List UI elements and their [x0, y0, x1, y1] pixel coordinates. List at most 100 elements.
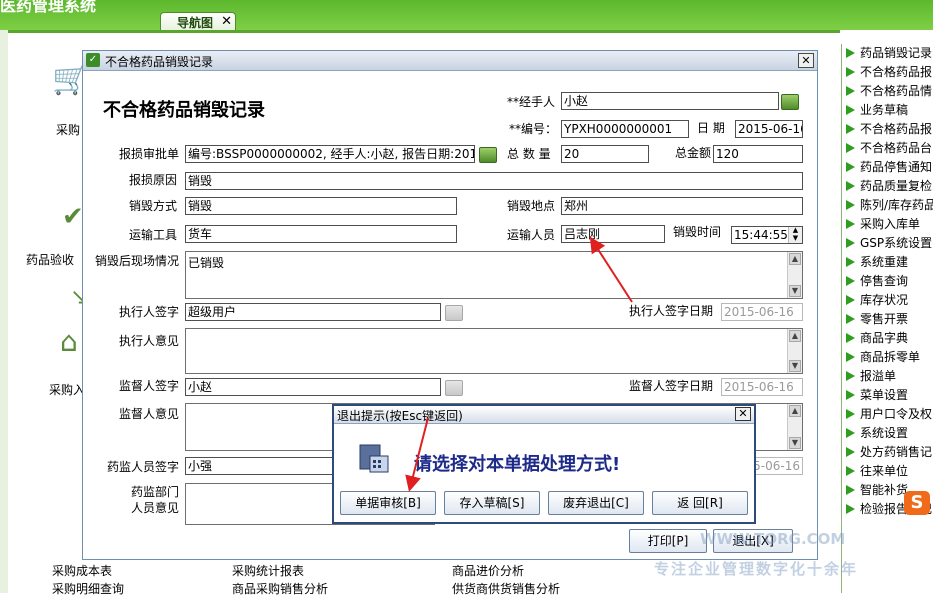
nav-item[interactable]: 不合格药品报	[842, 63, 933, 82]
arrow-right-icon	[846, 371, 855, 381]
input-method-icon[interactable]: S	[904, 491, 930, 515]
reason-label: 报损原因	[129, 173, 178, 187]
scroll-up-icon[interactable]: ▲	[789, 253, 801, 265]
scroll-up-icon[interactable]: ▲	[789, 405, 801, 417]
nav-item[interactable]: 不合格药品台	[842, 139, 933, 158]
nav-item[interactable]: 采购入库单	[842, 215, 933, 234]
exit-prompt-dialog: 退出提示(按Esc键返回) ✕ 请选择对本单据处理方式! 单据审核[B] 存入草…	[332, 404, 756, 524]
transport-field[interactable]: 货车	[185, 225, 457, 243]
nav-item[interactable]: GSP系统设置	[842, 234, 933, 253]
scene-textarea[interactable]: 已销毁 ▲ ▼	[185, 251, 803, 299]
print-button[interactable]: 打印[P]	[629, 529, 707, 553]
close-icon[interactable]: ✕	[221, 14, 232, 29]
close-icon[interactable]: ✕	[735, 407, 751, 421]
arrow-right-icon	[846, 143, 855, 153]
executor-sign-date-field[interactable]: 2015-06-16	[721, 303, 803, 321]
supervisor-sign-date-field[interactable]: 2015-06-16	[721, 378, 803, 396]
method-field[interactable]: 销毁	[185, 197, 457, 215]
close-icon[interactable]: ✕	[798, 53, 814, 68]
link-supplier-analysis[interactable]: 供货商供货销售分析	[452, 580, 560, 597]
nav-item[interactable]: 商品字典	[842, 329, 933, 348]
check-icon[interactable]: ✔	[62, 202, 84, 232]
exit-prompt-message: 请选择对本单据处理方式!	[414, 454, 621, 475]
transporter-field[interactable]: 吕志刚	[561, 225, 665, 243]
arrow-right-icon	[846, 428, 855, 438]
scroll-up-icon[interactable]: ▲	[789, 330, 801, 342]
tab-navigation-label: 导航图	[177, 16, 214, 30]
dialog-titlebar[interactable]: ✓ 不合格药品销毁记录 ✕	[83, 51, 817, 71]
arrow-right-icon	[846, 447, 855, 457]
regulator-opinion-label-2: 人员意见	[131, 501, 180, 515]
arrow-right-icon	[846, 67, 855, 77]
nav-item[interactable]: 零售开票	[842, 310, 933, 329]
scrollbar[interactable]: ▲ ▼	[787, 252, 802, 298]
pick-handler-button[interactable]	[781, 94, 799, 110]
nav-item[interactable]: 用户口令及权	[842, 405, 933, 424]
tab-navigation[interactable]: 导航图 ✕	[160, 12, 236, 31]
total-amount-label: 总金额	[675, 146, 712, 160]
destroy-time-field[interactable]: 15:44:55 ▲ ▼	[731, 226, 803, 244]
dialog-title: 不合格药品销毁记录	[105, 55, 214, 69]
scrollbar[interactable]: ▲ ▼	[787, 404, 802, 450]
nav-item[interactable]: 商品拆零单	[842, 348, 933, 367]
scrollbar[interactable]: ▲ ▼	[787, 329, 802, 373]
link-price-analysis[interactable]: 商品进价分析	[452, 562, 524, 579]
supervisor-sign-field[interactable]: 小赵	[185, 378, 441, 396]
link-purchase-cost[interactable]: 采购成本表	[52, 562, 112, 579]
link-purchase-stats[interactable]: 采购统计报表	[232, 562, 304, 579]
scroll-down-icon[interactable]: ▼	[789, 437, 801, 449]
return-button[interactable]: 返 回[R]	[652, 491, 748, 515]
nav-item[interactable]: 药品停售通知	[842, 158, 933, 177]
scroll-down-icon[interactable]: ▼	[789, 360, 801, 372]
link-purchase-detail[interactable]: 采购明细查询	[52, 580, 124, 597]
discard-button[interactable]: 废弃退出[C]	[548, 491, 644, 515]
left-item-inspection[interactable]: 药品验收	[26, 251, 74, 268]
left-item-inbound[interactable]: 采购入	[49, 381, 85, 398]
reason-field[interactable]: 销毁	[185, 172, 803, 190]
arrow-right-icon	[846, 200, 855, 210]
scroll-down-icon[interactable]: ▼	[789, 285, 801, 297]
location-field[interactable]: 郑州	[561, 197, 803, 215]
nav-item[interactable]: 不合格药品报	[842, 120, 933, 139]
executor-opinion-textarea[interactable]: ▲ ▼	[185, 328, 803, 374]
quantity-field[interactable]: 20	[561, 145, 649, 163]
nav-item[interactable]: 系统设置	[842, 424, 933, 443]
save-draft-button[interactable]: 存入草稿[S]	[444, 491, 540, 515]
audit-button[interactable]: 单据审核[B]	[340, 491, 436, 515]
pick-executor-button[interactable]	[445, 305, 463, 321]
handler-label: **经手人	[507, 95, 556, 109]
time-spinner[interactable]: ▲ ▼	[788, 227, 802, 243]
nav-item[interactable]: 陈列/库存药品	[842, 196, 933, 215]
nav-item[interactable]: 药品质量复检	[842, 177, 933, 196]
nav-item[interactable]: 不合格药品情	[842, 82, 933, 101]
executor-sign-field[interactable]: 超级用户	[185, 303, 441, 321]
nav-item[interactable]: 处方药销售记	[842, 443, 933, 462]
nav-item[interactable]: 菜单设置	[842, 386, 933, 405]
pick-supervisor-button[interactable]	[445, 380, 463, 396]
nav-item[interactable]: 药品销毁记录	[842, 44, 933, 63]
left-item-purchase[interactable]: 采购	[56, 121, 80, 138]
link-purchase-sales-analysis[interactable]: 商品采购销售分析	[232, 580, 328, 597]
number-field[interactable]: YPXH0000000001	[561, 120, 689, 138]
nav-item[interactable]: 往来单位	[842, 462, 933, 481]
nav-item[interactable]: 系统重建	[842, 253, 933, 272]
handler-field[interactable]: 小赵	[561, 92, 779, 110]
pick-approval-button[interactable]	[479, 147, 497, 163]
total-amount-field[interactable]: 120	[713, 145, 803, 163]
date-label: 日 期	[697, 121, 725, 135]
nav-item[interactable]: 业务草稿	[842, 101, 933, 120]
arrow-right-icon	[846, 238, 855, 248]
destroy-time-label: 销毁时间	[673, 225, 722, 239]
arrow-right-icon	[846, 333, 855, 343]
approval-field[interactable]: 编号:BSSP0000000002, 经手人:小赵, 报告日期:2015-	[185, 145, 475, 163]
number-label: **编号：	[509, 122, 558, 136]
regulator-sign-label: 药监人员签字	[107, 460, 180, 474]
nav-item[interactable]: 报溢单	[842, 367, 933, 386]
arrow-right-icon	[846, 485, 855, 495]
arrow-right-icon	[846, 390, 855, 400]
house-icon[interactable]: ⌂	[60, 325, 78, 358]
nav-item[interactable]: 停售查询	[842, 272, 933, 291]
executor-sign-label: 执行人签字	[119, 305, 180, 319]
nav-item[interactable]: 库存状况	[842, 291, 933, 310]
date-field[interactable]: 2015-06-16	[735, 120, 803, 138]
